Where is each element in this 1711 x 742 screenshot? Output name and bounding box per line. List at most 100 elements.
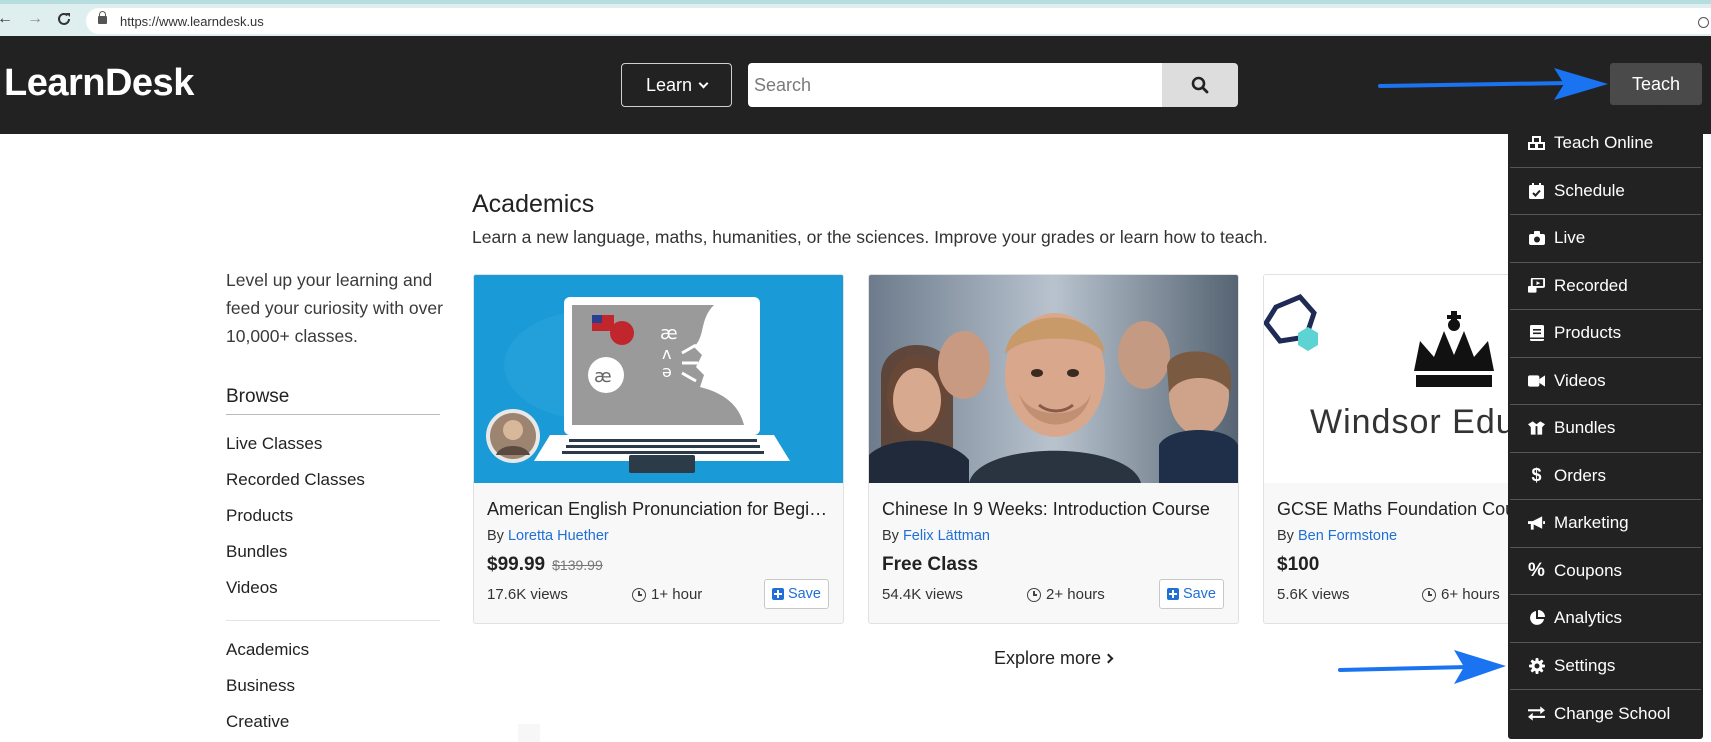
course-thumbnail[interactable] [869, 275, 1238, 483]
menu-item-label: Marketing [1554, 513, 1629, 533]
reload-icon[interactable] [53, 8, 75, 30]
address-bar[interactable]: https://www.learndesk.us [86, 8, 1711, 34]
course-price: Free Class [882, 554, 979, 575]
by-label: By [1277, 528, 1294, 544]
course-thumbnail[interactable]: æ æ ʌ ə [474, 275, 843, 483]
menu-item-label: Teach Online [1554, 133, 1654, 153]
author-link[interactable]: Loretta Huether [508, 528, 609, 544]
view-count: 54.4K views [882, 586, 963, 603]
course-author: By Felix Lättman [882, 528, 990, 544]
price-value: $99.99 [487, 554, 546, 575]
menu-item-label: Recorded [1554, 275, 1628, 295]
menu-item-analytics[interactable]: Analytics [1510, 595, 1701, 643]
clock-icon [1422, 587, 1436, 602]
sidebar-item-live-classes[interactable]: Live Classes [226, 432, 365, 468]
divider [226, 414, 440, 415]
clock-icon [632, 587, 646, 602]
explore-more-link[interactable]: Explore more [994, 648, 1114, 669]
course-duration: 1+ hour [632, 586, 702, 603]
menu-item-label: Schedule [1554, 180, 1625, 200]
menu-item-products[interactable]: Products [1510, 310, 1701, 358]
lock-icon [98, 11, 107, 24]
learn-label: Learn [645, 74, 693, 95]
gear-icon [1528, 657, 1545, 674]
chevron-right-icon [1103, 653, 1114, 664]
menu-item-settings[interactable]: Settings [1510, 643, 1701, 690]
menu-item-change-school[interactable]: Change School [1510, 690, 1701, 738]
menu-item-label: Videos [1554, 370, 1606, 390]
calendar-check-icon [1528, 182, 1545, 199]
clock-icon [1027, 587, 1041, 602]
zoom-icon[interactable] [1698, 17, 1709, 28]
author-link[interactable]: Ben Formstone [1298, 528, 1397, 544]
menu-item-label: Products [1554, 323, 1622, 343]
explore-label: Explore more [994, 648, 1102, 668]
dropdown-caret-inner [1651, 109, 1667, 118]
save-button[interactable]: Save [763, 579, 829, 609]
laptop-pronunciation-image: æ æ ʌ ə [474, 275, 843, 483]
menu-item-recorded[interactable]: Recorded [1510, 263, 1701, 310]
search-icon [1191, 76, 1209, 94]
save-label: Save [1182, 586, 1216, 602]
course-duration: 2+ hours [1027, 586, 1105, 603]
search-input[interactable] [748, 63, 1162, 107]
old-price: $139.99 [552, 557, 603, 573]
menu-item-teach-online[interactable]: Teach Online [1510, 120, 1701, 168]
laptop-video-icon [1528, 277, 1545, 294]
teach-button[interactable]: Teach [1610, 63, 1702, 105]
site-logo[interactable]: LearnDesk [4, 62, 194, 105]
windsor-image-text: Windsor Educ [1310, 403, 1534, 441]
view-count: 5.6K views [1277, 586, 1350, 603]
menu-item-videos[interactable]: Videos [1510, 358, 1701, 405]
menu-item-label: Coupons [1554, 560, 1623, 580]
save-button[interactable]: Save [1158, 579, 1224, 609]
annotation-arrow [1338, 650, 1506, 684]
course-author: By Ben Formstone [1277, 528, 1397, 544]
menu-item-orders[interactable]: $ Orders [1510, 453, 1701, 500]
course-title[interactable]: American English Pronunciation for Begin… [487, 499, 833, 520]
back-icon[interactable]: ← [0, 8, 16, 30]
menu-item-coupons[interactable]: % Coupons [1510, 548, 1701, 595]
menu-item-bundles[interactable]: Bundles [1510, 405, 1701, 453]
search-bar [748, 63, 1238, 107]
sidebar-item-recorded-classes[interactable]: Recorded Classes [226, 468, 365, 504]
exchange-icon [1528, 705, 1545, 722]
menu-item-schedule[interactable]: Schedule [1510, 168, 1701, 215]
url-text: https://www.learndesk.us [120, 14, 264, 29]
menu-item-marketing[interactable]: Marketing [1510, 500, 1701, 548]
sidebar-item-business[interactable]: Business [226, 674, 309, 710]
course-price: $99.99 $139.99 [487, 554, 603, 576]
percent-icon: % [1528, 559, 1545, 581]
course-title[interactable]: Chinese In 9 Weeks: Introduction Course [882, 499, 1228, 520]
page: ← → https://www.learndesk.us LearnDesk L… [0, 0, 1711, 742]
sidebar-item-creative[interactable]: Creative [226, 710, 309, 742]
sidebar-item-bundles[interactable]: Bundles [226, 540, 365, 576]
course-price: $100 [1277, 554, 1320, 575]
svg-text:ʌ: ʌ [662, 344, 671, 363]
course-card[interactable]: æ æ ʌ ə American English Pronunciation f… [473, 274, 844, 624]
svg-text:ə: ə [662, 362, 672, 381]
sidebar-item-academics[interactable]: Academics [226, 638, 309, 674]
sidebar-item-products[interactable]: Products [226, 504, 365, 540]
search-button[interactable] [1162, 63, 1238, 107]
video-icon [1528, 372, 1545, 389]
sidebar-item-videos[interactable]: Videos [226, 576, 365, 612]
category-list: Academics Business Creative [226, 638, 309, 742]
course-card[interactable]: Chinese In 9 Weeks: Introduction Course … [868, 274, 1239, 624]
plus-square-icon [771, 588, 784, 600]
forward-icon[interactable]: → [24, 8, 46, 30]
pie-chart-icon [1528, 610, 1545, 627]
author-link[interactable]: Felix Lättman [903, 528, 990, 544]
camera-icon [1528, 230, 1545, 247]
by-label: By [882, 528, 899, 544]
browse-list: Live Classes Recorded Classes Products B… [226, 432, 365, 612]
view-count: 17.6K views [487, 586, 568, 603]
duration-value: 6+ hours [1441, 586, 1500, 603]
svg-text:æ: æ [660, 323, 678, 344]
menu-item-label: Settings [1554, 655, 1616, 675]
menu-item-label: Orders [1554, 465, 1606, 485]
svg-text:æ: æ [594, 366, 612, 387]
learn-dropdown-button[interactable]: Learn [621, 63, 732, 107]
duration-value: 2+ hours [1046, 586, 1105, 603]
menu-item-live[interactable]: Live [1510, 215, 1701, 263]
